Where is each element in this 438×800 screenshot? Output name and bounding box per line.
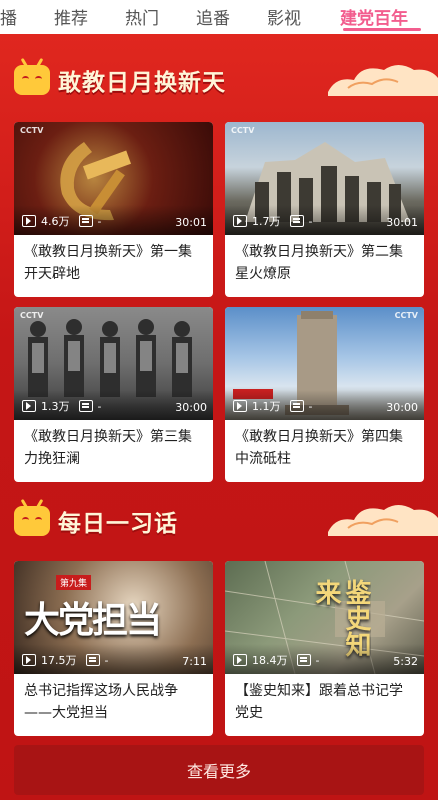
video-title[interactable]: 《敢教日月换新天》第三集 力挽狂澜 xyxy=(14,420,213,482)
view-count: 1.7万 xyxy=(252,215,281,228)
video-duration: 7:11 xyxy=(182,655,207,668)
view-count: 1.3万 xyxy=(41,400,70,413)
cctv-logo: CCTV xyxy=(231,126,255,135)
video-duration: 30:00 xyxy=(175,401,207,414)
play-count-icon xyxy=(22,654,36,666)
tab-recommend[interactable]: 推荐 xyxy=(54,4,88,29)
video-thumbnail: 第九集 大党担当 17.5万 - 7:11 xyxy=(14,561,213,674)
video-title[interactable]: 总书记指挥这场人民战争——大党担当 xyxy=(14,674,213,736)
danmaku-count: - xyxy=(97,214,102,228)
view-count: 18.4万 xyxy=(252,654,288,667)
cloud-decoration xyxy=(328,65,438,96)
video-duration: 30:00 xyxy=(386,401,418,414)
cloud-decoration xyxy=(328,505,438,536)
tab-film[interactable]: 影视 xyxy=(267,4,301,29)
cctv-logo: CCTV xyxy=(20,311,44,320)
play-count-icon xyxy=(22,400,36,412)
video-title[interactable]: 《敢教日月换新天》第四集 中流砥柱 xyxy=(225,420,424,482)
thumbnail-overlay-text: 大党担当 xyxy=(24,600,162,641)
video-card[interactable]: CCTV 4.6万 - 30:01 《敢教日月换新天》第一集 开天辟地 xyxy=(14,122,213,297)
video-thumbnail: CCTV 1.3万 - 30:00 xyxy=(14,307,213,420)
danmaku-icon xyxy=(289,215,304,227)
section-title: 敢教日月换新天 xyxy=(58,70,226,96)
view-count: 17.5万 xyxy=(41,654,77,667)
video-duration: 30:01 xyxy=(175,216,207,229)
section-title: 每日一习话 xyxy=(58,511,178,537)
video-card[interactable]: CCTV 1.3万 - 30:00 《敢教日月换新天》第三集 力挽狂澜 xyxy=(14,307,213,482)
video-card[interactable]: 第九集 大党担当 17.5万 - 7:11 总书记指挥这场人民战争——大党担当 xyxy=(14,561,213,736)
video-title[interactable]: 【鉴史知来】跟着总书记学党史 xyxy=(225,674,424,736)
active-tab-indicator xyxy=(343,28,421,31)
danmaku-count: - xyxy=(308,399,313,413)
video-duration: 30:01 xyxy=(386,216,418,229)
video-title[interactable]: 《敢教日月换新天》第一集 开天辟地 xyxy=(14,235,213,297)
video-card[interactable]: CCTV 1.7万 - 30:01 《敢教日月换新天》第二集 星火燎原 xyxy=(225,122,424,297)
bilibili-tv-icon xyxy=(14,506,50,536)
danmaku-count: - xyxy=(308,214,313,228)
danmaku-icon xyxy=(289,400,304,412)
view-more-button[interactable]: 查看更多 xyxy=(14,745,424,795)
tab-hot[interactable]: 热门 xyxy=(125,4,159,29)
danmaku-count: - xyxy=(104,653,109,667)
video-thumbnail: CCTV 4.6万 - 30:01 xyxy=(14,122,213,235)
bilibili-tv-icon xyxy=(14,65,50,95)
tab-party-centenary[interactable]: 建党百年 xyxy=(340,4,408,29)
danmaku-icon xyxy=(85,654,100,666)
play-count-icon xyxy=(233,400,247,412)
danmaku-count: - xyxy=(315,653,320,667)
top-tab-bar: 播 推荐 热门 追番 影视 建党百年 xyxy=(0,0,438,34)
video-card[interactable]: 鉴史知来 18.4万 - 5:32 【鉴史知来】跟着总书记学党史 xyxy=(225,561,424,736)
danmaku-icon xyxy=(78,400,93,412)
danmaku-count: - xyxy=(97,399,102,413)
tab-follow-anime[interactable]: 追番 xyxy=(196,4,230,29)
section-header-2: 每日一习话 xyxy=(14,504,178,538)
video-title[interactable]: 《敢教日月换新天》第二集 星火燎原 xyxy=(225,235,424,297)
tab-bo[interactable]: 播 xyxy=(0,4,17,29)
danmaku-icon xyxy=(296,654,311,666)
danmaku-icon xyxy=(78,215,93,227)
play-count-icon xyxy=(233,654,247,666)
video-duration: 5:32 xyxy=(393,655,418,668)
play-count-icon xyxy=(22,215,36,227)
view-count: 4.6万 xyxy=(41,215,70,228)
video-thumbnail: CCTV 1.1万 - 30:00 xyxy=(225,307,424,420)
cctv-logo: CCTV xyxy=(20,126,44,135)
episode-badge: 第九集 xyxy=(56,575,92,590)
cctv-logo: CCTV xyxy=(394,311,418,320)
play-count-icon xyxy=(233,215,247,227)
video-thumbnail: 鉴史知来 18.4万 - 5:32 xyxy=(225,561,424,674)
video-thumbnail: CCTV 1.7万 - 30:01 xyxy=(225,122,424,235)
video-card[interactable]: CCTV 1.1万 - 30:00 《敢教日月换新天》第四集 中流砥柱 xyxy=(225,307,424,482)
view-count: 1.1万 xyxy=(252,400,281,413)
section-header-1: 敢教日月换新天 xyxy=(14,63,226,97)
